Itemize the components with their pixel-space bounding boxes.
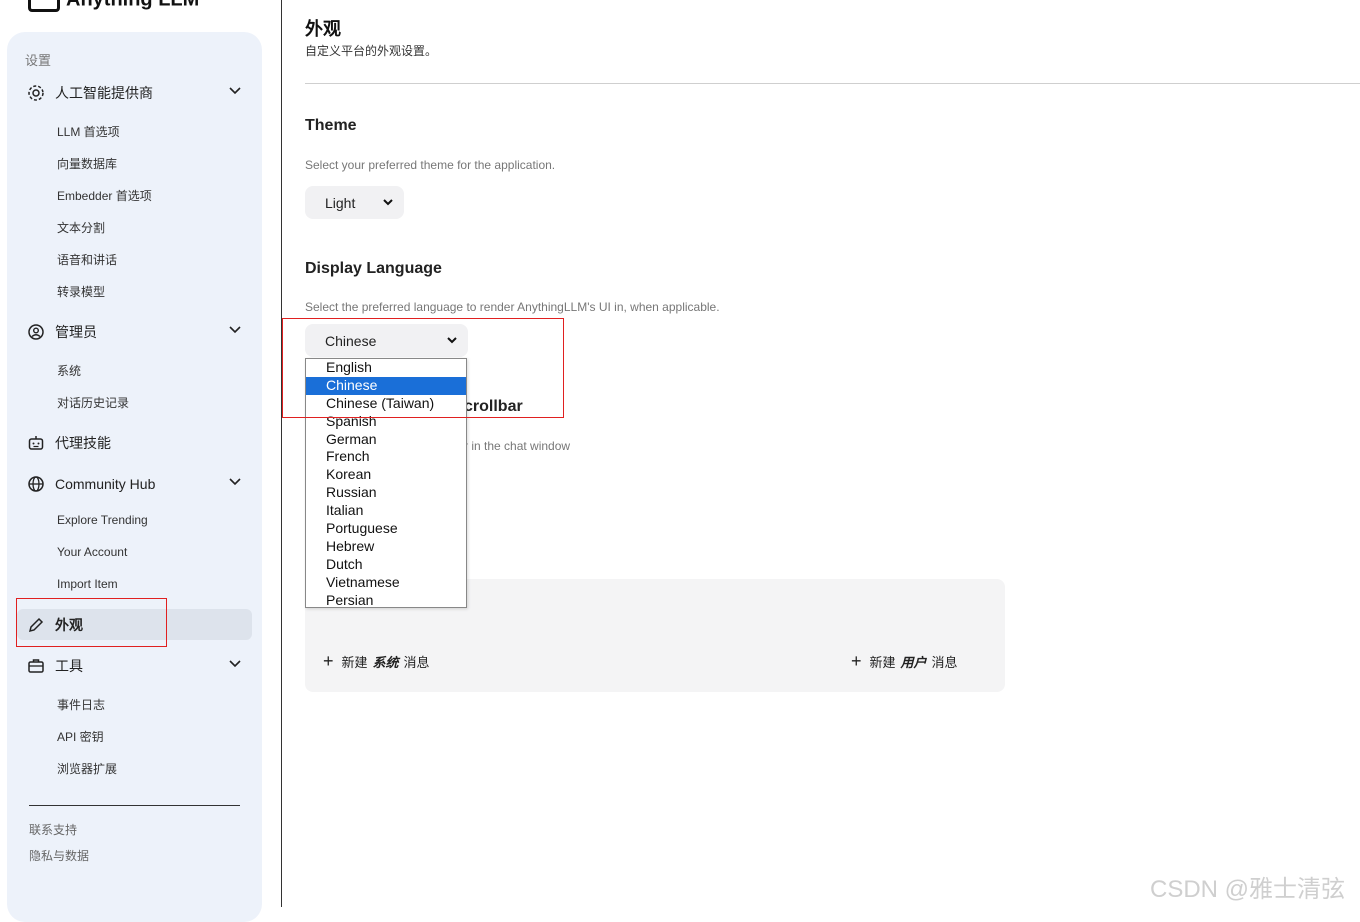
sidebar-item-embedder[interactable]: Embedder 首选项 (57, 187, 152, 204)
sidebar-item-event-logs[interactable]: 事件日志 (57, 696, 105, 713)
sidebar-item-voice-speech[interactable]: 语音和讲话 (57, 251, 117, 268)
theme-heading: Theme (305, 117, 357, 134)
sidebar: 设置 人工智能提供商 LLM 首选项 向量数据库 Embedder 首选项 文本… (7, 32, 262, 922)
annotation-box-appearance (16, 598, 167, 647)
watermark: CSDN @雅士清弦 (1150, 876, 1346, 903)
sidebar-item-import-item[interactable]: Import Item (57, 577, 118, 591)
chevron-down-icon[interactable] (228, 323, 242, 340)
scrollbar-description: r in the chat window (464, 439, 571, 453)
sidebar-item-llm-preference[interactable]: LLM 首选项 (57, 123, 120, 140)
language-option[interactable]: French (306, 448, 466, 466)
logo-mark-icon (28, 0, 60, 12)
footer-link-support[interactable]: 联系支持 (29, 821, 77, 838)
language-option[interactable]: Portuguese (306, 520, 466, 538)
logo-text: Anything LLM (66, 0, 199, 10)
footer-link-privacy[interactable]: 隐私与数据 (29, 847, 89, 864)
new-user-strong: 用户 (900, 655, 927, 670)
sidebar-item-chat-history[interactable]: 对话历史记录 (57, 394, 129, 411)
sidebar-item-browser-extension[interactable]: 浏览器扩展 (57, 760, 117, 777)
sidebar-item-api-keys[interactable]: API 密钥 (57, 728, 104, 745)
robot-icon (27, 434, 45, 452)
chevron-down-icon[interactable] (228, 475, 242, 492)
sidebar-group-agent-skills[interactable]: 代理技能 (27, 428, 252, 458)
briefcase-icon (27, 657, 45, 675)
language-option[interactable]: Italian (306, 502, 466, 520)
language-description: Select the preferred language to render … (305, 300, 720, 314)
app-logo: Anything LLM (28, 0, 199, 12)
new-system-strong: 系统 (372, 655, 399, 670)
annotation-box-language (282, 318, 564, 418)
language-option[interactable]: Russian (306, 484, 466, 502)
language-option[interactable]: Dutch (306, 556, 466, 574)
new-user-message-button[interactable]: + 新建 用户 消息 (851, 652, 958, 671)
sidebar-item-vector-db[interactable]: 向量数据库 (57, 155, 117, 172)
page-subtitle: 自定义平台的外观设置。 (305, 44, 438, 58)
page-title: 外观 (305, 19, 341, 39)
sidebar-group-label: 工具 (55, 658, 83, 674)
sidebar-group-label: Community Hub (55, 476, 156, 492)
new-system-suffix: 消息 (403, 655, 430, 670)
sidebar-item-explore-trending[interactable]: Explore Trending (57, 513, 148, 527)
sidebar-group-label: 管理员 (55, 324, 97, 340)
sidebar-group-tools[interactable]: 工具 (27, 651, 252, 681)
theme-description: Select your preferred theme for the appl… (305, 158, 556, 172)
sidebar-item-text-splitting[interactable]: 文本分割 (57, 219, 105, 236)
language-option[interactable]: Hebrew (306, 538, 466, 556)
new-system-message-button[interactable]: + 新建 系统 消息 (323, 652, 430, 671)
sidebar-group-community-hub[interactable]: Community Hub (27, 469, 252, 499)
new-system-prefix: 新建 (341, 655, 368, 670)
header-divider (305, 83, 1360, 84)
globe-icon (27, 475, 45, 493)
language-option[interactable]: Persian (306, 592, 466, 610)
plus-icon: + (851, 651, 862, 671)
language-option[interactable]: German (306, 431, 466, 449)
sidebar-section-label: 设置 (25, 53, 52, 68)
sidebar-divider (29, 805, 240, 806)
user-gear-icon (27, 323, 45, 341)
sidebar-item-your-account[interactable]: Your Account (57, 545, 127, 559)
new-user-prefix: 新建 (869, 655, 896, 670)
gear-icon (27, 84, 45, 102)
language-heading: Display Language (305, 260, 442, 277)
language-option[interactable]: Vietnamese (306, 574, 466, 592)
sidebar-item-transcription[interactable]: 转录模型 (57, 283, 105, 300)
language-option[interactable]: Korean (306, 466, 466, 484)
sidebar-group-ai-providers[interactable]: 人工智能提供商 (27, 78, 252, 108)
chevron-down-icon[interactable] (228, 84, 242, 101)
chevron-down-icon (382, 195, 394, 211)
plus-icon: + (323, 651, 334, 671)
sidebar-group-admin[interactable]: 管理员 (27, 317, 252, 347)
new-user-suffix: 消息 (931, 655, 958, 670)
theme-select[interactable]: Light (305, 186, 404, 219)
sidebar-group-label: 人工智能提供商 (55, 85, 153, 101)
sidebar-item-system[interactable]: 系统 (57, 362, 81, 379)
sidebar-group-label: 代理技能 (55, 435, 111, 451)
chevron-down-icon[interactable] (228, 657, 242, 674)
sidebar-border (281, 0, 282, 907)
theme-select-value: Light (325, 194, 356, 211)
